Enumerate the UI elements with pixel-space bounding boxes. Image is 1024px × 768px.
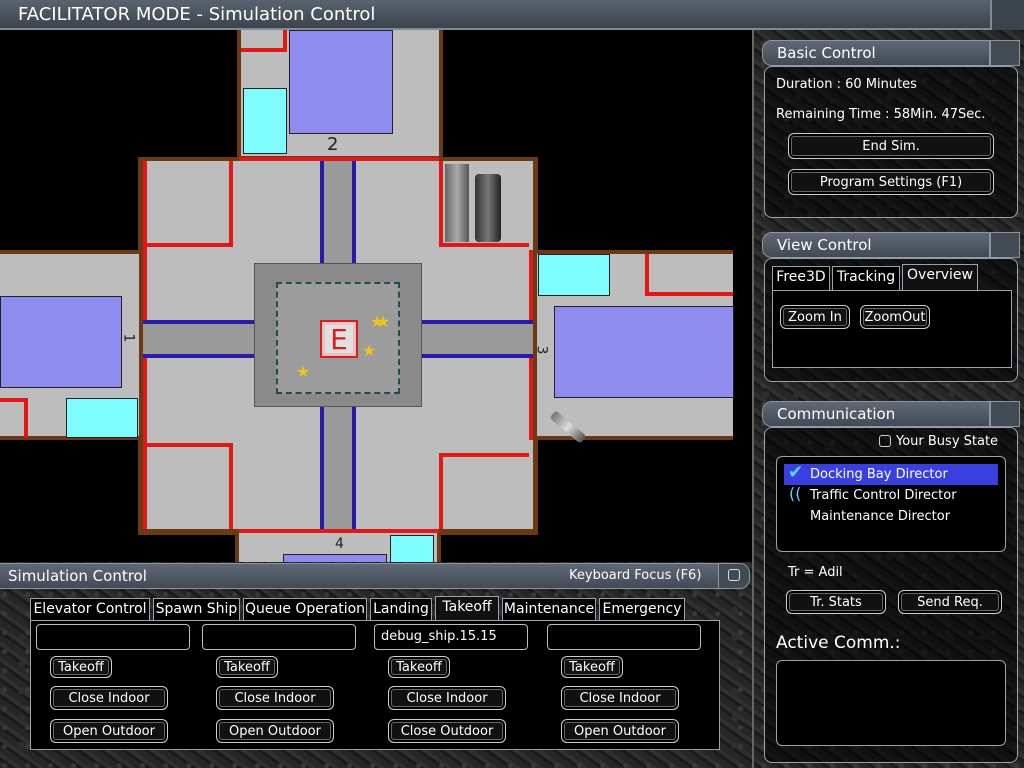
star-icon[interactable]: ★ [362,343,376,359]
top-landing-pad[interactable] [289,30,393,134]
list-item-maintenance-director[interactable]: Maintenance Director [784,506,998,527]
zoom-in-button[interactable]: Zoom In [780,305,850,329]
view-control-header-tab [990,232,1020,258]
window-restore-icon[interactable] [718,563,750,589]
bay-label-3: 3 [533,345,550,355]
bay-1-takeoff-button[interactable]: Takeoff [50,656,112,678]
duration-text: Duration : 60 Minutes [776,77,917,92]
send-req-button[interactable]: Send Req. [898,590,1002,614]
right-landing-pad[interactable] [554,306,734,398]
bay-2-open-outdoor-button[interactable]: Open Outdoor [216,719,334,743]
simulation-control-title: Simulation Control [8,567,147,585]
bay-3-takeoff-button[interactable]: Takeoff [388,656,450,678]
top-bay-red-wall-h [241,48,287,52]
left-bay-red-wall-v [24,398,28,438]
tab-emergency[interactable]: Emergency [599,598,685,620]
end-sim-button[interactable]: End Sim. [788,133,994,159]
basic-control-header: Basic Control [762,40,990,66]
bottom-landing-pad[interactable] [283,554,387,562]
star-icon[interactable]: ★ [296,364,310,380]
window-title: FACILITATOR MODE - Simulation Control [18,4,376,25]
window-corner [990,0,1024,30]
program-settings-button[interactable]: Program Settings (F1) [788,169,994,195]
active-comm-label: Active Comm.: [776,633,901,653]
bay-3-ship-field[interactable]: debug_ship.15.15 [374,624,528,650]
elevator-marker[interactable]: E [320,320,358,358]
tab-elevator-control[interactable]: Elevator Control [30,598,150,620]
tab-landing[interactable]: Landing [370,598,432,620]
checkbox-icon[interactable] [879,435,891,447]
communication-header-tab [990,401,1020,427]
bay-1-ship-field[interactable] [36,624,190,650]
tab-maintenance[interactable]: Maintenance [502,598,596,620]
tab-spawn-ship[interactable]: Spawn Ship [153,598,240,620]
star-icon[interactable]: ★ [376,314,390,330]
remaining-time-text: Remaining Time : 58Min. 47Sec. [776,107,986,122]
active-comm-box [776,660,1006,746]
tab-free3d[interactable]: Free3D [772,266,830,290]
tr-stats-button[interactable]: Tr. Stats [786,590,886,614]
room-bottom-right [439,453,529,529]
machine-right [475,174,501,242]
view-control-title: View Control [777,236,872,254]
checkmark-icon: ✔ [788,462,804,483]
bay-2-ship-field[interactable] [202,624,356,650]
bay-3-close-indoor-button[interactable]: Close Indoor [388,686,506,710]
room-bottom-left [147,443,233,529]
tab-takeoff[interactable]: Takeoff [435,596,499,620]
left-cyan-pad[interactable] [66,398,138,438]
bay-label-4: 4 [335,536,344,552]
bottom-cyan-pad[interactable] [390,535,434,562]
top-cyan-pad[interactable] [243,88,287,154]
bay-4-takeoff-button[interactable]: Takeoff [561,656,623,678]
basic-control-title: Basic Control [777,44,876,62]
bay-label-2: 2 [327,134,339,155]
right-bay-red-wall [645,254,649,296]
room-top-left [147,161,233,247]
basic-control-header-tab [990,40,1020,66]
bay-3-close-outdoor-button[interactable]: Close Outdoor [388,719,506,743]
zoom-out-button[interactable]: ZoomOut [860,305,930,329]
communication-title: Communication [777,405,896,423]
tab-overview[interactable]: Overview [902,264,978,290]
tab-queue-operation[interactable]: Queue Operation [243,598,367,620]
view-control-header: View Control [762,232,990,258]
bay-4-ship-field[interactable] [547,624,701,650]
right-cyan-pad[interactable] [538,254,610,296]
left-landing-pad[interactable] [0,296,122,388]
bay-1-close-indoor-button[interactable]: Close Indoor [50,686,168,710]
list-item-traffic-control-director[interactable]: Traffic Control Director [784,485,998,506]
tab-tracking[interactable]: Tracking [832,266,900,290]
communication-header: Communication [762,401,990,427]
map-view[interactable]: 2 E ★ ★ ★ ★ 1 3 4 [0,30,752,562]
window-title-bar: FACILITATOR MODE - Simulation Control [0,0,990,30]
machine-left [445,164,469,242]
bay-4-open-outdoor-button[interactable]: Open Outdoor [561,719,679,743]
bay-1-open-outdoor-button[interactable]: Open Outdoor [50,719,168,743]
right-bay-red-wall-h [645,292,733,296]
keyboard-focus-label: Keyboard Focus (F6) [569,568,702,583]
view-control-tab-body [772,290,1012,368]
bay-4-close-indoor-button[interactable]: Close Indoor [561,686,679,710]
list-item-docking-bay-director[interactable]: Docking Bay Director [784,464,998,485]
restore-glyph [728,569,740,581]
bay-label-1: 1 [120,333,137,343]
trainee-text: Tr = Adil [788,565,843,580]
bay-2-takeoff-button[interactable]: Takeoff [216,656,278,678]
busy-state-label[interactable]: Your Busy State [896,434,998,449]
signal-icon: (( [789,484,802,503]
bay-2-close-indoor-button[interactable]: Close Indoor [216,686,334,710]
